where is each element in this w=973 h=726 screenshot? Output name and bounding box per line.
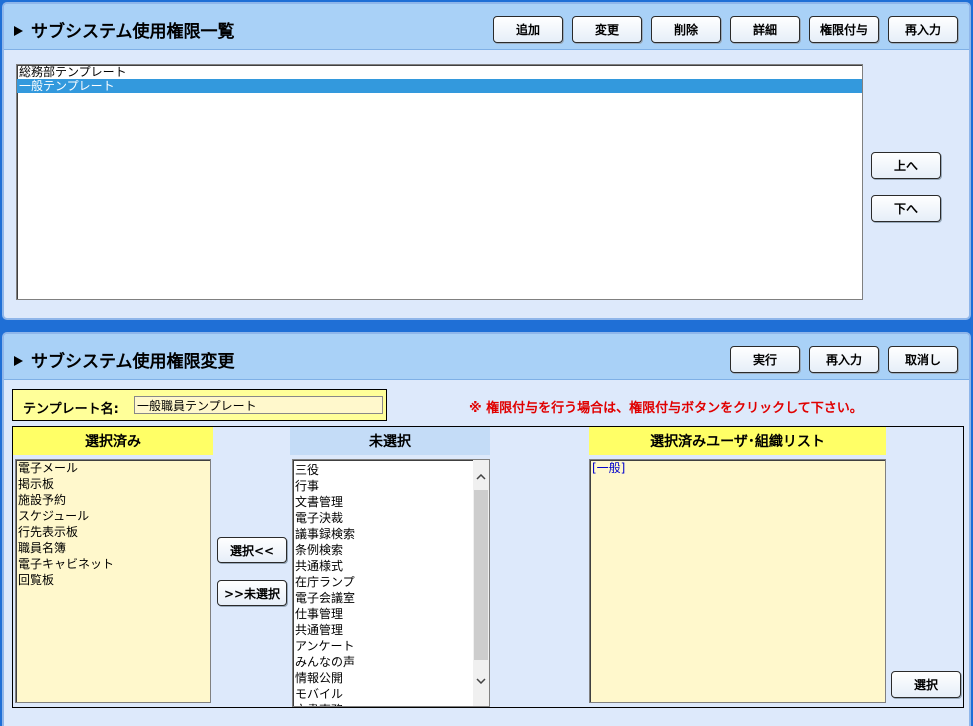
- selected-list-item[interactable]: 掲示板: [16, 476, 210, 492]
- scrollbar-thumb[interactable]: [474, 490, 488, 660]
- detail-button[interactable]: 詳細: [730, 16, 800, 43]
- selected-list-item[interactable]: スケジュール: [16, 508, 210, 524]
- unselected-list-item[interactable]: モバイル: [293, 686, 473, 702]
- unselected-scrollbar[interactable]: [473, 460, 489, 706]
- chevron-down-icon[interactable]: [473, 672, 489, 690]
- reenter-button[interactable]: 再入力: [888, 16, 958, 43]
- selected-list-item[interactable]: 電子キャビネット: [16, 556, 210, 572]
- unselected-list-item[interactable]: みんなの声: [293, 654, 473, 670]
- permission-list-header: サブシステム使用権限一覧 追加 変更 削除 詳細 権限付与 再入力: [4, 4, 969, 50]
- permission-change-title: サブシステム使用権限変更: [14, 347, 235, 372]
- template-list[interactable]: 総務部テンプレート 一般テンプレート: [16, 64, 863, 300]
- delete-button[interactable]: 削除: [651, 16, 721, 43]
- unselected-list-item[interactable]: 議事録検索: [293, 526, 473, 542]
- permission-change-panel: サブシステム使用権限変更 実行 再入力 取消し テンプレート名: ※ 権限付与を…: [2, 332, 971, 726]
- userlist-column-header: 選択済みユーザ･組織リスト: [589, 427, 886, 455]
- triangle-right-icon: [14, 26, 23, 36]
- triangle-right-icon: [14, 356, 23, 366]
- move-up-button[interactable]: 上へ: [871, 152, 941, 179]
- unselected-list-item[interactable]: 文書管理: [293, 494, 473, 510]
- unselected-listbox[interactable]: 三役 行事 文書管理 電子決裁 議事録検索 条例検索 共通様式 在庁ランプ 電子会議室 仕事管理共…: [292, 459, 490, 707]
- permission-list-panel: サブシステム使用権限一覧 追加 変更 削除 詳細 権限付与 再入力 総務部テンプ…: [2, 2, 971, 320]
- template-name-box: テンプレート名:: [12, 389, 387, 421]
- reenter-button-2[interactable]: 再入力: [809, 346, 879, 373]
- add-button[interactable]: 追加: [493, 16, 563, 43]
- unselected-list-item[interactable]: 電子決裁: [293, 510, 473, 526]
- move-down-button[interactable]: 下へ: [871, 195, 941, 222]
- unselected-list-item[interactable]: 条例検索: [293, 542, 473, 558]
- selected-list-item[interactable]: 職員名簿: [16, 540, 210, 556]
- unselected-list-item[interactable]: 文書事務: [293, 702, 473, 706]
- template-list-item[interactable]: 総務部テンプレート: [17, 65, 862, 79]
- unselected-list-item[interactable]: 共通管理: [293, 622, 473, 638]
- permission-list-title: サブシステム使用権限一覧: [14, 17, 235, 42]
- permission-change-header: サブシステム使用権限変更 実行 再入力 取消し: [4, 334, 969, 380]
- unselected-column-header: 未選択: [290, 427, 490, 455]
- template-name-label: テンプレート名:: [23, 402, 119, 417]
- unselected-list-item[interactable]: 仕事管理: [293, 606, 473, 622]
- selected-list-item[interactable]: 電子メール: [16, 460, 210, 476]
- selected-list-item[interactable]: 回覧板: [16, 572, 210, 588]
- unselected-list: 三役 行事 文書管理 電子決裁 議事録検索 条例検索 共通様式 在庁ランプ 電子会議室 仕事管理共…: [293, 462, 473, 706]
- change-button[interactable]: 変更: [572, 16, 642, 43]
- unselected-list-item[interactable]: アンケート: [293, 638, 473, 654]
- unselected-list-item[interactable]: 共通様式: [293, 558, 473, 574]
- selected-list-item[interactable]: 施設予約: [16, 492, 210, 508]
- unselected-list-item[interactable]: 在庁ランプ: [293, 574, 473, 590]
- user-org-list[interactable]: [一般]: [589, 459, 886, 703]
- permission-edit-area: 選択済み 電子メール 掲示板 施設予約 スケジュール 行先表示板 職員名簿 電子キャビネット…: [12, 426, 964, 708]
- selected-column-header: 選択済み: [13, 427, 213, 455]
- template-list-item[interactable]: 一般テンプレート: [17, 79, 862, 93]
- grant-notice: ※ 権限付与を行う場合は、権限付与ボタンをクリックして下さい。: [469, 401, 863, 416]
- grant-permission-button[interactable]: 権限付与: [809, 16, 879, 43]
- execute-button[interactable]: 実行: [730, 346, 800, 373]
- user-list-item[interactable]: [一般]: [590, 460, 885, 476]
- unselected-list-item[interactable]: 三役: [293, 462, 473, 478]
- unselect-button[interactable]: >>未選択: [217, 580, 287, 606]
- selected-list[interactable]: 電子メール 掲示板 施設予約 スケジュール 行先表示板 職員名簿 電子キャビネット 回覧板: [15, 459, 211, 703]
- permission-list-title-text: サブシステム使用権限一覧: [31, 22, 235, 42]
- unselected-list-item[interactable]: 電子会議室: [293, 590, 473, 606]
- chevron-up-icon[interactable]: [473, 468, 489, 486]
- unselected-list-item[interactable]: 行事: [293, 478, 473, 494]
- permission-change-title-text: サブシステム使用権限変更: [31, 352, 235, 372]
- unselected-list-item[interactable]: 情報公開: [293, 670, 473, 686]
- cancel-button[interactable]: 取消し: [888, 346, 958, 373]
- selected-list-item[interactable]: 行先表示板: [16, 524, 210, 540]
- select-button[interactable]: 選択: [891, 671, 961, 698]
- select-left-button[interactable]: 選択<<: [217, 537, 287, 563]
- template-name-input[interactable]: [134, 396, 383, 414]
